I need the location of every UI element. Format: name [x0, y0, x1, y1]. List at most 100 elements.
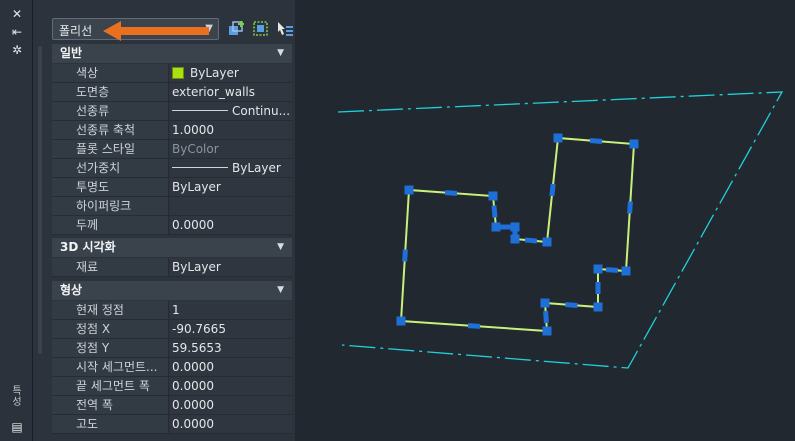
- property-value-text: -90.7665: [172, 322, 226, 336]
- property-value[interactable]: ByLayer: [170, 64, 292, 82]
- midpoint-grip[interactable]: [589, 138, 603, 144]
- midpoint-grip[interactable]: [565, 302, 578, 308]
- property-label: 고도: [52, 415, 169, 433]
- vertex-grip[interactable]: [629, 139, 639, 149]
- property-label: 선종류 축척: [52, 121, 169, 139]
- property-row[interactable]: 현재 정점 1: [52, 301, 292, 320]
- midpoint-grip[interactable]: [595, 282, 601, 294]
- property-row[interactable]: 도면층 exterior_walls: [52, 83, 292, 102]
- collapse-chevron-icon[interactable]: ▼: [277, 44, 284, 63]
- property-row[interactable]: 선가중치 ByLayer: [52, 159, 292, 178]
- midpoint-grip[interactable]: [524, 237, 538, 244]
- property-row[interactable]: 전역 폭 0.0000: [52, 396, 292, 415]
- property-value[interactable]: [170, 197, 292, 215]
- vertex-grip[interactable]: [593, 264, 603, 274]
- scrollbar[interactable]: [38, 46, 42, 354]
- property-value[interactable]: ByLayer: [170, 159, 292, 177]
- auto-hide-icon[interactable]: ⇤: [10, 25, 24, 39]
- property-row[interactable]: 정점 X -90.7665: [52, 320, 292, 339]
- property-row[interactable]: 두께 0.0000: [52, 216, 292, 235]
- property-value[interactable]: 0.0000: [170, 358, 292, 376]
- palette-vertical-title: 특성: [12, 386, 22, 408]
- collapse-chevron-icon[interactable]: ▼: [277, 238, 284, 257]
- midpoint-grip[interactable]: [543, 310, 549, 324]
- properties-palette: 폴리선 ▼ 일반 ▼ 색상 ByLayer 도면층 exterior_walls 선종류 Co…: [33, 0, 295, 441]
- vertex-grip[interactable]: [540, 298, 550, 308]
- midpoint-grip[interactable]: [402, 249, 408, 262]
- collapse-chevron-icon[interactable]: ▼: [277, 281, 284, 300]
- vertex-grip[interactable]: [488, 191, 498, 201]
- property-value[interactable]: 1: [170, 301, 292, 319]
- property-value-text: 1.0000: [172, 123, 214, 137]
- property-value-text: 0.0000: [172, 218, 214, 232]
- linetype-preview: [172, 110, 228, 111]
- midpoint-grip[interactable]: [467, 323, 481, 329]
- vertex-grip[interactable]: [510, 234, 520, 244]
- midpoint-grip[interactable]: [605, 267, 619, 273]
- midpoint-grip[interactable]: [491, 205, 498, 218]
- property-value-text: ByLayer: [172, 180, 221, 194]
- property-row[interactable]: 정점 Y 59.5653: [52, 339, 292, 358]
- property-row[interactable]: 하이퍼링크: [52, 197, 292, 216]
- property-value[interactable]: Continu...: [170, 102, 292, 120]
- section-header-geometry[interactable]: 형상 ▼: [52, 281, 292, 300]
- vertex-grip[interactable]: [542, 326, 552, 336]
- midpoint-grip[interactable]: [444, 190, 458, 196]
- property-value[interactable]: ByLayer: [170, 178, 292, 196]
- property-value[interactable]: 0.0000: [170, 216, 292, 234]
- section-header-general[interactable]: 일반 ▼: [52, 44, 292, 63]
- property-row[interactable]: 끝 세그먼트 폭 0.0000: [52, 377, 292, 396]
- midpoint-grip[interactable]: [627, 201, 633, 214]
- select-objects-icon[interactable]: [251, 19, 271, 39]
- property-value[interactable]: exterior_walls: [170, 83, 292, 101]
- property-value[interactable]: 0.0000: [170, 396, 292, 414]
- vertex-grip[interactable]: [404, 185, 414, 195]
- property-value[interactable]: -90.7665: [170, 320, 292, 338]
- property-row[interactable]: 플롯 스타일 ByColor: [52, 140, 292, 159]
- property-row[interactable]: 시작 세그먼트... 0.0000: [52, 358, 292, 377]
- property-row[interactable]: 고도 0.0000: [52, 415, 292, 434]
- close-icon[interactable]: ✕: [10, 7, 24, 21]
- property-label: 도면층: [52, 83, 169, 101]
- section-title: 형상: [60, 283, 83, 297]
- vertex-grip[interactable]: [491, 222, 501, 232]
- property-value[interactable]: 0.0000: [170, 377, 292, 395]
- toggle-pickadd-icon[interactable]: [227, 19, 247, 39]
- property-value-text: Continu...: [232, 104, 291, 118]
- property-value-text: 0.0000: [172, 417, 214, 431]
- quick-select-icon[interactable]: [275, 19, 295, 39]
- property-label: 두께: [52, 216, 169, 234]
- property-value[interactable]: 0.0000: [170, 415, 292, 433]
- property-value-text: 0.0000: [172, 398, 214, 412]
- section-header-viz3d[interactable]: 3D 시각화 ▼: [52, 238, 292, 257]
- property-label: 재료: [52, 258, 169, 276]
- property-label: 플롯 스타일: [52, 140, 169, 158]
- property-row[interactable]: 선종류 Continu...: [52, 102, 292, 121]
- property-row[interactable]: 색상 ByLayer: [52, 64, 292, 83]
- drawing-canvas[interactable]: [296, 0, 795, 441]
- vertex-grip[interactable]: [396, 316, 406, 326]
- property-row[interactable]: 재료 ByLayer: [52, 258, 292, 277]
- vertex-grip[interactable]: [593, 302, 603, 312]
- vertex-grip[interactable]: [621, 266, 631, 276]
- vertex-grip[interactable]: [553, 133, 563, 143]
- property-value-text: ByLayer: [172, 260, 221, 274]
- property-row[interactable]: 투명도 ByLayer: [52, 178, 292, 197]
- vertex-grip[interactable]: [542, 237, 552, 247]
- property-label: 색상: [52, 64, 169, 82]
- property-value[interactable]: ByColor: [170, 140, 292, 158]
- section-title: 일반: [60, 46, 83, 60]
- property-row[interactable]: 선종류 축척 1.0000: [52, 121, 292, 140]
- palette-title-bar: ✕ ⇤ ✲ 특성 ▤: [0, 0, 33, 441]
- midpoint-grip[interactable]: [499, 224, 512, 230]
- properties-menu-icon[interactable]: ✲: [10, 43, 24, 57]
- property-value-text: 0.0000: [172, 379, 214, 393]
- annotation-arrow: [103, 21, 209, 41]
- property-label: 시작 세그먼트...: [52, 358, 169, 376]
- property-value[interactable]: ByLayer: [170, 258, 292, 276]
- property-label: 정점 X: [52, 320, 169, 338]
- property-value[interactable]: 1.0000: [170, 121, 292, 139]
- midpoint-grip[interactable]: [549, 183, 556, 197]
- site-boundary: [337, 91, 784, 369]
- property-value[interactable]: 59.5653: [170, 339, 292, 357]
